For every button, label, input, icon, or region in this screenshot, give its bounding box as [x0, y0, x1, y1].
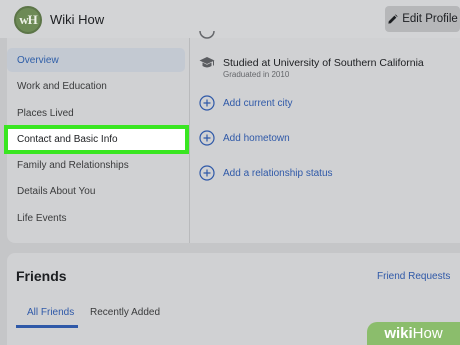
about-nav-label: Places Lived — [17, 107, 74, 119]
about-nav-label: Overview — [17, 54, 59, 66]
edit-profile-label: Edit Profile — [402, 13, 458, 25]
watermark-bold: wiki — [384, 325, 413, 342]
about-nav-label: Contact and Basic Info — [17, 134, 118, 145]
about-nav-places-lived[interactable]: Places Lived — [7, 101, 185, 125]
about-divider — [189, 38, 190, 243]
friend-requests-link[interactable]: Friend Requests — [377, 271, 450, 282]
graduation-cap-icon — [199, 57, 215, 68]
about-nav-life-events[interactable]: Life Events — [7, 206, 185, 230]
pencil-icon — [388, 13, 398, 24]
about-nav-family-and-relationships[interactable]: Family and Relationships — [7, 153, 185, 177]
add-link-label: Add hometown — [223, 132, 290, 144]
about-nav-label: Life Events — [17, 212, 67, 224]
about-nav-label: Work and Education — [17, 80, 107, 92]
about-nav-details-about-you[interactable]: Details About You — [7, 179, 185, 203]
wikihow-watermark: wiki How — [367, 322, 460, 345]
education-text: Studied at University of Southern Califo… — [223, 57, 424, 69]
add-hometown-link[interactable]: Add hometown — [199, 129, 290, 147]
watermark-regular: How — [412, 325, 443, 342]
plus-circle-icon — [199, 130, 215, 146]
edit-profile-button[interactable]: Edit Profile — [385, 6, 460, 32]
about-nav-contact-and-basic-info[interactable]: Contact and Basic Info — [4, 125, 189, 154]
add-current-city-link[interactable]: Add current city — [199, 94, 292, 112]
partial-circle-icon — [199, 31, 215, 39]
avatar-initials: wH — [19, 12, 37, 27]
plus-circle-icon — [199, 95, 215, 111]
add-link-label: Add current city — [223, 97, 293, 109]
add-link-label: Add a relationship status — [223, 167, 333, 179]
education-subtext: Graduated in 2010 — [223, 70, 290, 79]
about-nav-label: Details About You — [17, 185, 96, 197]
avatar[interactable]: wH — [14, 6, 42, 34]
add-relationship-status-link[interactable]: Add a relationship status — [199, 164, 333, 182]
about-nav-work-and-education[interactable]: Work and Education — [7, 74, 185, 98]
active-tab-underline — [16, 325, 78, 328]
profile-name[interactable]: Wiki How — [50, 12, 104, 27]
about-nav-overview[interactable]: Overview — [7, 48, 185, 72]
about-nav-label: Family and Relationships — [17, 159, 129, 171]
plus-circle-icon — [199, 165, 215, 181]
tab-recently-added[interactable]: Recently Added — [90, 307, 160, 318]
friends-title: Friends — [16, 268, 67, 284]
tab-all-friends[interactable]: All Friends — [27, 307, 74, 318]
